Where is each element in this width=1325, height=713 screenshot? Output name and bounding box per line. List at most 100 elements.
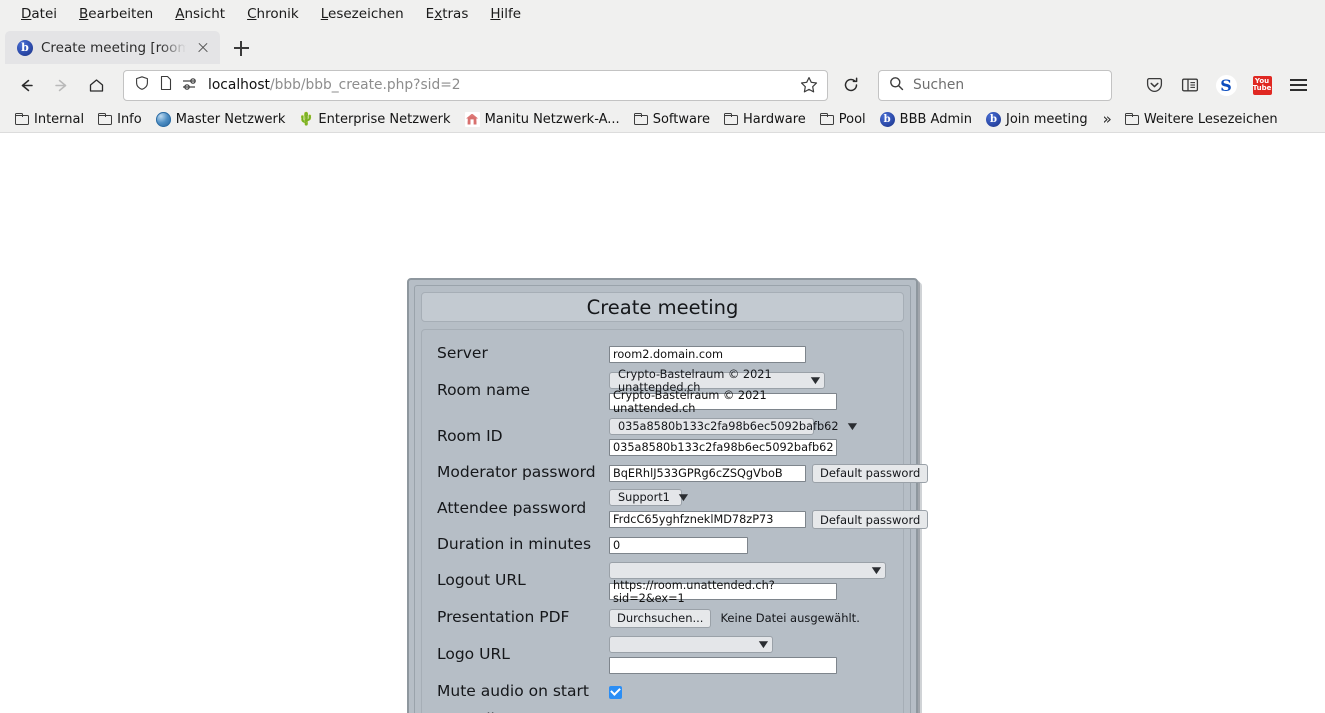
menu-bearbeiten[interactable]: Bearbeiten bbox=[68, 4, 164, 24]
moderator-password-input[interactable]: BqERhlJ533GPRg6cZSQgVboB bbox=[609, 464, 806, 482]
attendee-password-select-value: Support1 bbox=[618, 491, 670, 504]
browser-tab[interactable]: b Create meeting [room2.d bbox=[5, 31, 220, 64]
row-mute-audio: Mute audio on start bbox=[437, 678, 888, 706]
manitu-icon bbox=[464, 111, 480, 127]
menu-chronik[interactable]: Chronik bbox=[236, 4, 310, 24]
permissions-icon[interactable] bbox=[182, 76, 199, 95]
bookmark-internal[interactable]: Internal bbox=[8, 110, 91, 129]
browser-window: Datei Bearbeiten Ansicht Chronik Lesezei… bbox=[0, 0, 1325, 713]
new-tab-button[interactable] bbox=[224, 32, 258, 64]
bookmark-label: Info bbox=[117, 111, 142, 127]
bookmark-label: Pool bbox=[838, 111, 866, 127]
room-id-select[interactable]: 035a8580b133c2fa98b6ec5092bafb62 ▼ bbox=[609, 418, 857, 435]
logout-url-select[interactable]: ▼ bbox=[609, 562, 886, 579]
search-input[interactable]: Suchen bbox=[913, 77, 964, 93]
url-text: localhost/bbb/bbb_create.php?sid=2 bbox=[208, 77, 790, 93]
bookmark-info[interactable]: Info bbox=[91, 110, 149, 129]
forward-button[interactable] bbox=[45, 70, 78, 101]
s-extension-icon[interactable]: S bbox=[1211, 70, 1241, 100]
presentation-browse-button[interactable]: Durchsuchen... bbox=[609, 608, 712, 628]
bookmark-label: Software bbox=[652, 111, 710, 127]
globe-icon bbox=[155, 111, 171, 127]
reload-button[interactable] bbox=[834, 70, 867, 101]
back-button[interactable] bbox=[10, 70, 43, 101]
url-bar[interactable]: localhost/bbb/bbb_create.php?sid=2 bbox=[123, 69, 828, 101]
menu-datei[interactable]: Datei bbox=[10, 4, 68, 24]
youtube-extension-icon[interactable]: You Tube bbox=[1247, 70, 1277, 100]
row-room-name: Room name Crypto-Bastelraum © 2021 unatt… bbox=[437, 368, 888, 415]
bookmark-join-meeting[interactable]: b Join meeting bbox=[979, 110, 1095, 129]
bookmarks-bar: Internal Info Master Netzwerk 🌵 Enterpri… bbox=[0, 106, 1325, 133]
sidebar-icon[interactable] bbox=[1175, 70, 1205, 100]
bookmark-label: Hardware bbox=[743, 111, 806, 127]
menu-extras[interactable]: Extras bbox=[415, 4, 480, 24]
label-logout-url: Logout URL bbox=[437, 571, 526, 590]
bookmark-hardware[interactable]: Hardware bbox=[717, 110, 813, 129]
bookmark-manitu[interactable]: Manitu Netzwerk-A... bbox=[458, 110, 627, 129]
bookmark-pool[interactable]: Pool bbox=[813, 110, 873, 129]
url-path: /bbb/bbb_create.php?sid=2 bbox=[269, 77, 461, 93]
create-meeting-form: Server room2.domain.com Room name Crypto… bbox=[421, 329, 929, 713]
attendee-password-select[interactable]: Support1 ▼ bbox=[609, 489, 688, 506]
bbb-icon: b bbox=[879, 111, 895, 127]
close-icon[interactable] bbox=[194, 39, 212, 57]
label-attendee-password: Attendee password bbox=[437, 499, 587, 518]
shield-icon bbox=[134, 75, 150, 95]
row-recording: Recording bbox=[437, 706, 888, 713]
chevron-down-icon: ▼ bbox=[847, 421, 857, 432]
row-presentation-pdf: Presentation PDF Durchsuchen... Keine Da… bbox=[437, 604, 888, 632]
bookmark-star-icon[interactable] bbox=[799, 75, 819, 95]
room-id-select-value: 035a8580b133c2fa98b6ec5092bafb62 bbox=[618, 420, 839, 433]
chevron-down-icon: ▼ bbox=[810, 375, 821, 386]
bookmark-label: Join meeting bbox=[1006, 111, 1088, 127]
label-room-id: Room ID bbox=[437, 427, 503, 446]
bookmarks-overflow-icon[interactable]: » bbox=[1095, 110, 1118, 128]
menu-ansicht[interactable]: Ansicht bbox=[164, 4, 236, 24]
row-logout-url: Logout URL ▼ https://room.unattended.ch?… bbox=[437, 558, 888, 605]
room-name-select[interactable]: Crypto-Bastelraum © 2021 unattended.ch ▼ bbox=[609, 368, 825, 394]
row-server: Server room2.domain.com bbox=[437, 340, 888, 368]
row-moderator-password: Moderator password BqERhlJ533GPRg6cZSQgV… bbox=[437, 460, 929, 486]
room-name-input[interactable]: Crypto-Bastelraum © 2021 unattended.ch bbox=[609, 389, 837, 415]
url-host: localhost bbox=[208, 77, 270, 93]
bookmark-master-netzwerk[interactable]: Master Netzwerk bbox=[149, 110, 293, 129]
page-icon bbox=[159, 75, 173, 95]
attendee-default-password-button[interactable]: Default password bbox=[812, 510, 929, 529]
menu-hilfe[interactable]: Hilfe bbox=[479, 4, 532, 24]
moderator-default-password-button[interactable]: Default password bbox=[812, 463, 929, 483]
attendee-password-input[interactable]: FrdcC65yghfzneklMD78zP73 bbox=[609, 511, 806, 528]
pocket-icon[interactable] bbox=[1139, 70, 1169, 100]
menu-lesezeichen[interactable]: Lesezeichen bbox=[310, 4, 415, 24]
folder-icon bbox=[633, 113, 648, 125]
bookmark-label: Manitu Netzwerk-A... bbox=[484, 111, 620, 127]
server-input[interactable]: room2.domain.com bbox=[609, 345, 806, 363]
logo-url-select[interactable]: ▼ bbox=[609, 636, 773, 653]
home-button[interactable] bbox=[80, 70, 113, 101]
bookmark-enterprise-netzwerk[interactable]: 🌵 Enterprise Netzwerk bbox=[292, 110, 457, 129]
row-logo-url: Logo URL ▼ bbox=[437, 632, 888, 678]
duration-input[interactable]: 0 bbox=[609, 536, 748, 554]
bookmark-label: Enterprise Netzwerk bbox=[318, 111, 451, 127]
bookmark-software[interactable]: Software bbox=[627, 110, 717, 129]
chevron-down-icon: ▼ bbox=[678, 492, 688, 503]
folder-icon bbox=[724, 113, 738, 125]
row-room-id: Room ID 035a8580b133c2fa98b6ec5092bafb62… bbox=[437, 414, 888, 460]
room-id-input[interactable]: 035a8580b133c2fa98b6ec5092bafb62 bbox=[609, 439, 837, 456]
bookmark-other-bookmarks[interactable]: Weitere Lesezeichen bbox=[1118, 110, 1285, 129]
bookmark-label: Weitere Lesezeichen bbox=[1143, 111, 1278, 127]
search-bar[interactable]: Suchen bbox=[878, 69, 1112, 101]
label-logo-url: Logo URL bbox=[437, 645, 510, 664]
row-duration: Duration in minutes 0 bbox=[437, 532, 888, 558]
folder-icon bbox=[15, 113, 29, 125]
logo-url-input[interactable] bbox=[609, 657, 837, 674]
navigation-toolbar: localhost/bbb/bbb_create.php?sid=2 Suche… bbox=[0, 64, 1325, 106]
chevron-down-icon: ▼ bbox=[758, 639, 769, 650]
mute-audio-checkbox[interactable] bbox=[609, 685, 622, 699]
app-menu-icon[interactable] bbox=[1283, 70, 1313, 100]
tree-icon: 🌵 bbox=[298, 111, 315, 127]
bookmark-label: Internal bbox=[34, 111, 85, 127]
bbb-favicon-icon: b bbox=[17, 39, 33, 56]
folder-icon bbox=[1124, 113, 1139, 125]
logout-url-input[interactable]: https://room.unattended.ch?sid=2&ex=1 bbox=[609, 579, 837, 605]
bookmark-bbb-admin[interactable]: b BBB Admin bbox=[873, 110, 979, 129]
